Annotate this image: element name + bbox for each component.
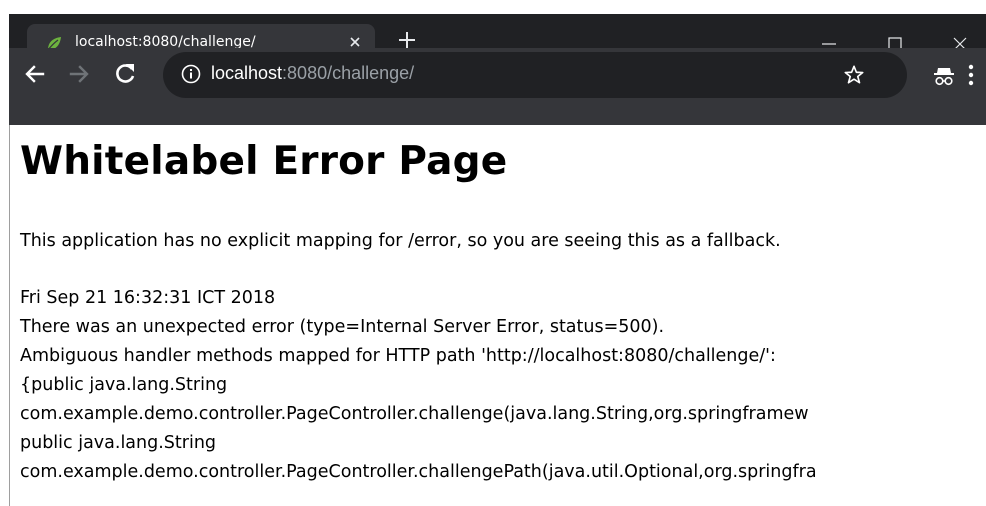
error-detail-line: {public java.lang.String	[20, 375, 228, 395]
error-detail-line: public java.lang.String	[20, 433, 217, 453]
reload-icon[interactable]	[111, 60, 139, 88]
star-icon[interactable]	[843, 64, 865, 86]
error-detail-line: Ambiguous handler methods mapped for HTT…	[20, 346, 776, 366]
url-path: :8080/challenge/	[282, 63, 415, 83]
address-bar[interactable]: localhost:8080/challenge/	[163, 52, 907, 98]
arrow-left-icon[interactable]	[21, 60, 49, 88]
page-content: Whitelabel Error Page This application h…	[9, 125, 986, 506]
error-detail-line: com.example.demo.controller.PageControll…	[20, 404, 809, 424]
error-status: There was an unexpected error (type=Inte…	[20, 317, 665, 337]
url-host: localhost	[211, 63, 283, 83]
arrow-right-icon[interactable]	[65, 60, 93, 88]
error-timestamp: Fri Sep 21 16:32:31 ICT 2018	[20, 288, 276, 308]
page-title: Whitelabel Error Page	[20, 139, 508, 184]
error-message: This application has no explicit mapping…	[20, 231, 781, 251]
info-icon[interactable]	[181, 64, 201, 84]
browser-toolbar: localhost:8080/challenge/	[9, 48, 986, 125]
more-vert-icon[interactable]	[967, 64, 975, 86]
incognito-icon[interactable]	[931, 62, 957, 88]
url-text[interactable]: localhost:8080/challenge/	[211, 63, 414, 84]
title-bar: localhost:8080/challenge/	[9, 14, 986, 62]
error-detail-line: com.example.demo.controller.PageControll…	[20, 462, 817, 482]
